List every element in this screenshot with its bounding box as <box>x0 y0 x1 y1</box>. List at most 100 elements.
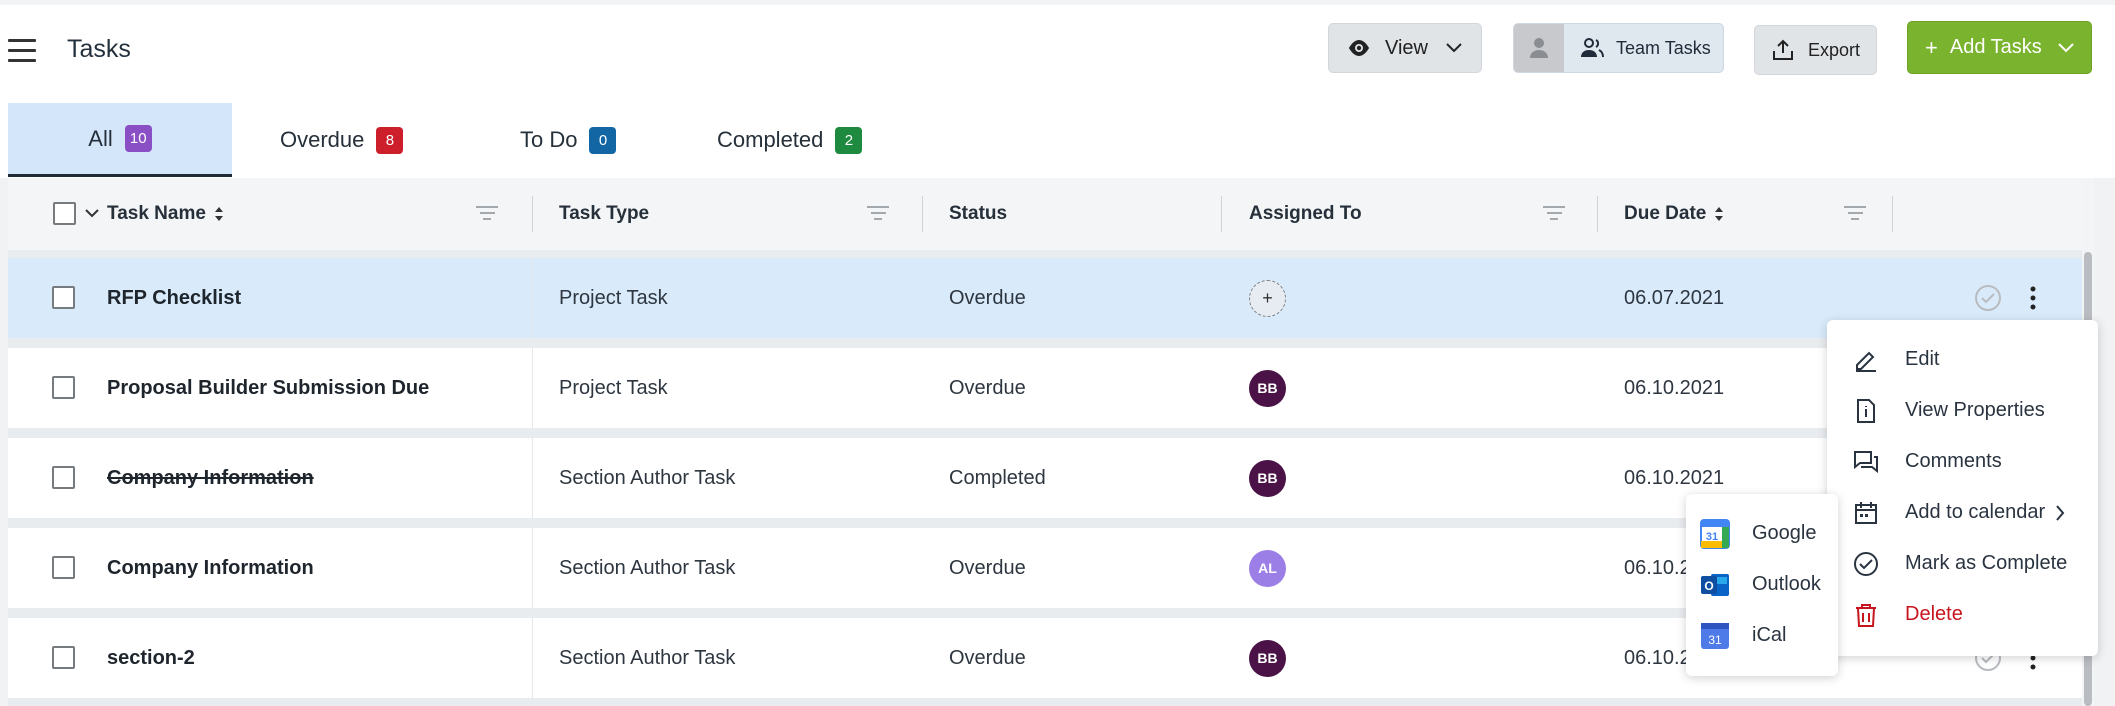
column-divider <box>532 528 533 608</box>
calendar-option-google[interactable]: 31 Google <box>1686 508 1838 559</box>
task-name[interactable]: Proposal Builder Submission Due <box>107 348 429 428</box>
filter-icon[interactable] <box>1543 206 1565 222</box>
column-label: Assigned To <box>1249 203 1362 224</box>
row-checkbox[interactable] <box>52 556 75 579</box>
menu-item-mark-as-complete[interactable]: Mark as Complete <box>1827 538 2098 589</box>
calendar-option-ical[interactable]: 31 iCal <box>1686 610 1838 661</box>
person-icon <box>1530 38 1548 58</box>
tab-overdue[interactable]: Overdue 8 <box>280 103 404 177</box>
filter-icon[interactable] <box>476 206 498 222</box>
table-header: Task Name Task Type Status Assigned To D… <box>8 178 2082 250</box>
column-header-status[interactable]: Status <box>949 178 1007 250</box>
table-row[interactable]: RFP Checklist Project Task Overdue + 06.… <box>8 258 2082 338</box>
column-divider[interactable] <box>1597 196 1598 232</box>
menu-item-delete[interactable]: Delete <box>1827 589 2098 640</box>
column-divider <box>532 348 533 428</box>
top-bar: Tasks View Team Tasks Export + Add Tasks <box>0 0 2115 100</box>
menu-item-label: View Properties <box>1905 399 2045 421</box>
count-badge: 10 <box>124 125 152 152</box>
column-divider[interactable] <box>1892 196 1893 232</box>
calendar-submenu: 31 Google O Outlook 31 iCal <box>1686 494 1838 676</box>
count-badge: 8 <box>376 126 404 154</box>
count-badge: 2 <box>835 126 863 154</box>
column-header-task-type[interactable]: Task Type <box>559 178 649 250</box>
column-header-due-date[interactable]: Due Date <box>1624 178 1724 250</box>
task-name[interactable]: section-2 <box>107 618 195 698</box>
row-checkbox[interactable] <box>52 646 75 669</box>
filter-icon[interactable] <box>1844 206 1866 222</box>
check-circle-icon <box>1854 552 1878 576</box>
tab-label: Completed <box>717 127 824 152</box>
column-divider <box>532 618 533 698</box>
avatar[interactable]: BB <box>1249 639 1286 677</box>
task-status: Overdue <box>949 286 1026 309</box>
task-name[interactable]: RFP Checklist <box>107 258 241 338</box>
due-date: 06.10.2 <box>1624 646 1691 669</box>
calendar-option-outlook[interactable]: O Outlook <box>1686 559 1838 610</box>
avatar[interactable]: BB <box>1249 369 1286 407</box>
due-date: 06.10.2021 <box>1624 376 1725 399</box>
assignee-cell: BB <box>1249 348 1286 428</box>
column-divider[interactable] <box>1221 196 1222 232</box>
tab-all[interactable]: All 10 <box>8 103 232 177</box>
view-button[interactable]: View <box>1328 23 1482 73</box>
row-checkbox[interactable] <box>52 286 75 309</box>
tab-label: All <box>88 125 113 151</box>
chevron-down-icon[interactable] <box>2058 42 2074 53</box>
menu-item-label: Edit <box>1905 348 1940 370</box>
sort-icon[interactable] <box>1714 206 1724 222</box>
comments-icon <box>1854 451 1878 474</box>
column-divider <box>532 258 533 338</box>
task-name[interactable]: Company Information <box>107 528 314 608</box>
column-label: Task Name <box>107 203 206 224</box>
table-row[interactable]: Proposal Builder Submission Due Project … <box>8 348 2082 428</box>
menu-item-view-properties[interactable]: View Properties <box>1827 385 2098 436</box>
chevron-down-icon[interactable] <box>85 209 99 218</box>
tab-completed[interactable]: Completed 2 <box>717 103 863 177</box>
select-all-checkbox[interactable] <box>53 202 76 225</box>
row-checkbox[interactable] <box>52 466 75 489</box>
column-divider[interactable] <box>532 196 533 232</box>
task-type: Project Task <box>559 376 668 399</box>
team-tasks-button[interactable]: Team Tasks <box>1513 23 1724 73</box>
calendar-icon <box>1855 502 1877 524</box>
assignee-cell: BB <box>1249 438 1286 518</box>
menu-item-edit[interactable]: Edit <box>1827 334 2098 385</box>
task-type: Section Author Task <box>559 646 736 669</box>
task-type: Section Author Task <box>559 556 736 579</box>
menu-item-add-to-calendar[interactable]: Add to calendar <box>1827 487 2098 538</box>
tab-to-do[interactable]: To Do 0 <box>520 103 617 177</box>
avatar[interactable]: AL <box>1249 549 1286 587</box>
sort-icon[interactable] <box>214 206 224 222</box>
outlook-icon: O <box>1701 574 1729 596</box>
page-title: Tasks <box>67 35 131 63</box>
user-avatar <box>1514 24 1564 72</box>
column-divider[interactable] <box>922 196 923 232</box>
menu-item-label: Mark as Complete <box>1905 552 2068 574</box>
avatar[interactable]: BB <box>1249 459 1286 497</box>
submenu-item-label: Google <box>1752 522 1817 544</box>
tab-label: Overdue <box>280 127 365 152</box>
chevron-right-icon <box>2056 505 2065 521</box>
chevron-down-icon <box>1446 43 1462 53</box>
svg-text:O: O <box>1704 579 1713 593</box>
tab-label: To Do <box>520 127 578 152</box>
column-header-task-name[interactable]: Task Name <box>107 178 224 250</box>
eye-icon <box>1349 40 1369 56</box>
menu-item-comments[interactable]: Comments <box>1827 436 2098 487</box>
row-checkbox[interactable] <box>52 376 75 399</box>
column-header-assigned-to[interactable]: Assigned To <box>1249 178 1362 250</box>
svg-text:31: 31 <box>1706 531 1718 543</box>
export-button[interactable]: Export <box>1754 25 1877 75</box>
task-name[interactable]: Company Information <box>107 438 314 518</box>
filter-tabs: All 10 Overdue 8 To Do 0 Completed 2 <box>0 100 2115 178</box>
view-button-label: View <box>1385 36 1428 59</box>
row-context-menu: Edit View Properties Comments Add to cal… <box>1827 320 2098 656</box>
upload-icon <box>1773 39 1793 60</box>
filter-icon[interactable] <box>867 206 889 222</box>
more-options-icon[interactable] <box>2029 286 2037 310</box>
hamburger-menu-icon[interactable] <box>8 39 36 63</box>
add-tasks-button[interactable]: + Add Tasks <box>1907 21 2092 74</box>
check-circle-icon[interactable] <box>1974 284 2002 312</box>
add-assignee-button[interactable]: + <box>1249 279 1286 317</box>
